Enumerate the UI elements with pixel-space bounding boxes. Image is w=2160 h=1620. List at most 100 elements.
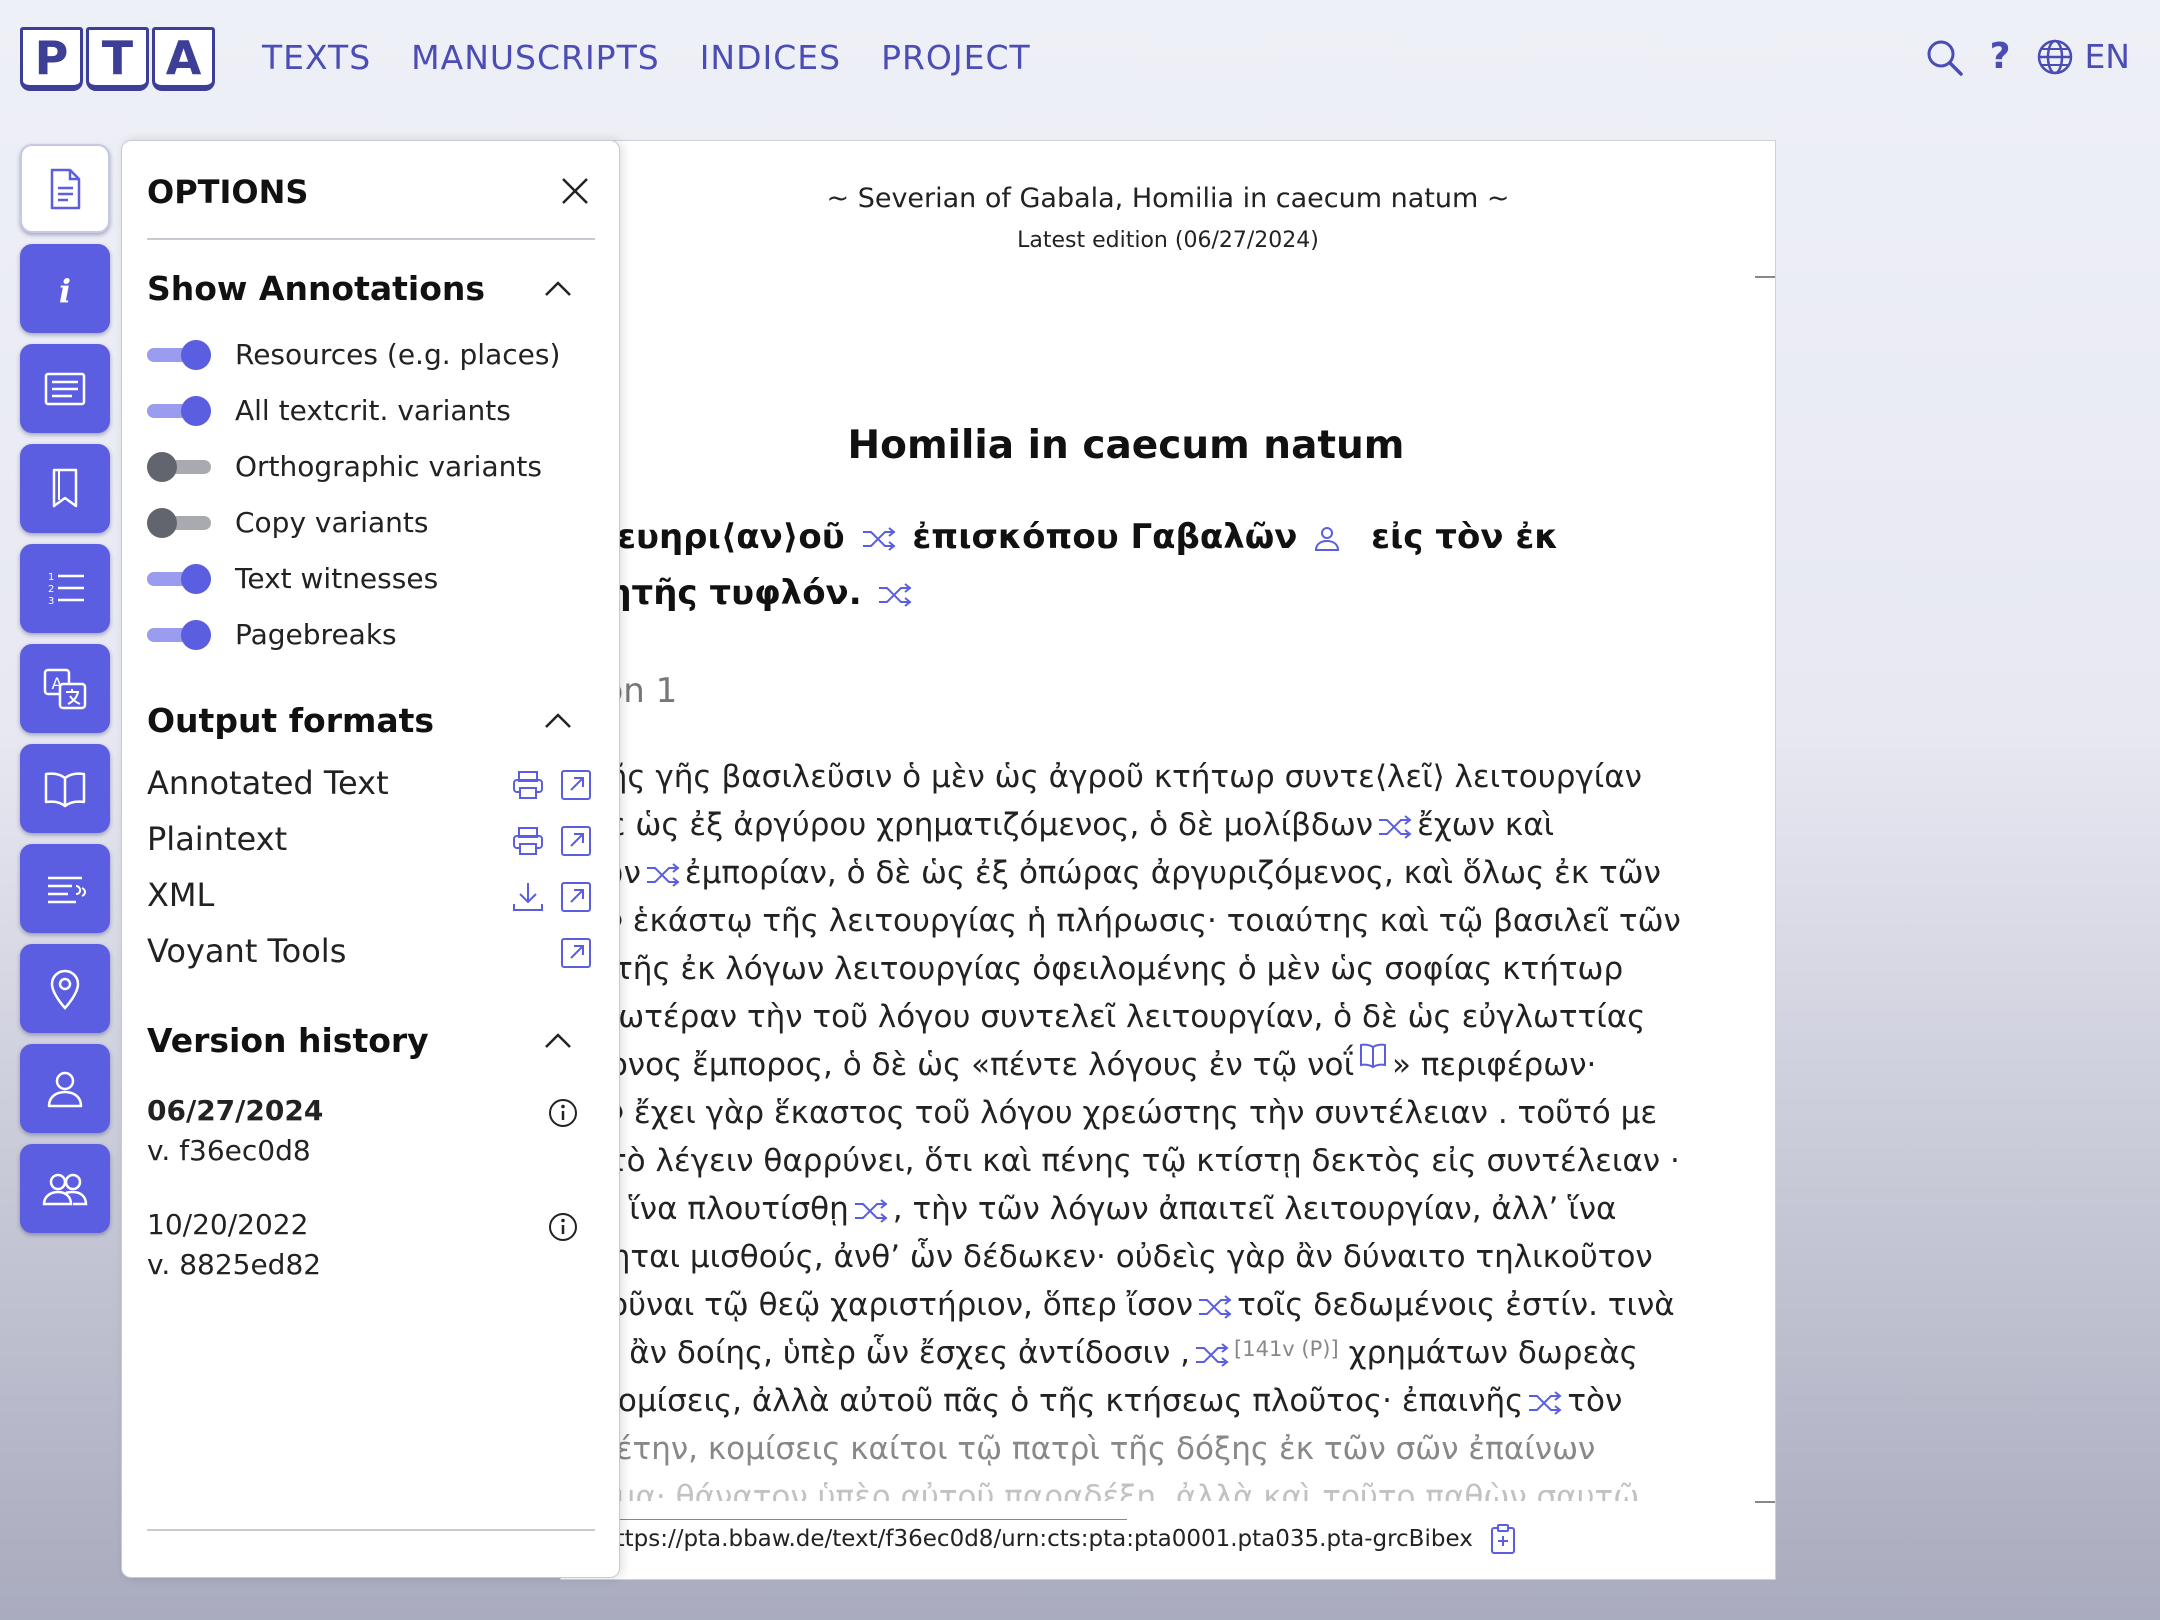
chevron-up-icon[interactable]	[543, 1031, 573, 1051]
toggle-switch[interactable]	[147, 339, 211, 370]
nav-project[interactable]: PROJECT	[881, 38, 1031, 77]
rail-text-button[interactable]	[20, 344, 110, 433]
search-icon[interactable]	[1924, 37, 1964, 77]
annotation-toggle-row[interactable]: Orthographic variants	[147, 450, 542, 483]
info-icon[interactable]	[547, 1097, 579, 1129]
annotation-toggle-row[interactable]: Resources (e.g. places)	[147, 338, 560, 371]
text-line: τορωτέραν τὴν τοῦ λόγου συντελεῖ λειτουρ…	[561, 993, 1775, 1041]
person-annotation-icon[interactable]	[1313, 524, 1341, 554]
variant-shuffle-icon[interactable]	[1527, 1388, 1563, 1418]
text-lines-icon	[44, 372, 86, 405]
external-link-icon[interactable]	[559, 768, 593, 802]
text-wrap-icon	[48, 876, 86, 903]
rail-list-button[interactable]: 123	[20, 544, 110, 633]
toggle-knob	[181, 339, 211, 370]
heading-word: εἰς τὸν ἐκ	[1371, 517, 1559, 557]
text-line: ὁ δὲ ὡς ἐξ ἀργύρου χρηματιζόμενος, ὁ δὲ …	[561, 801, 1775, 849]
heading-line-1: P)Σευηρι⟨αν⟩οῦ ἐπισκόπου Γαβαλῶν εἰς τὸν…	[561, 517, 1558, 557]
pagebreak-marker[interactable]: [141v (P)]	[1234, 1337, 1339, 1361]
toggle-knob	[181, 619, 211, 650]
version-date: 10/20/2022	[147, 1208, 309, 1241]
variant-shuffle-icon[interactable]	[877, 580, 913, 610]
logo-letter: A	[152, 27, 215, 91]
output-format-row: Annotated Text	[147, 764, 595, 804]
text-segment: τορωτέραν τὴν τοῦ λόγου συντελεῖ λειτουρ…	[561, 999, 1646, 1035]
language-switcher[interactable]: EN	[2036, 37, 2130, 76]
annotation-toggle-row[interactable]: Pagebreaks	[147, 618, 397, 651]
text-segment: τιδοῦναι τῷ θεῷ χαριστήριον, ὅπερ ἴσον	[561, 1287, 1194, 1323]
annotation-toggle-row[interactable]: Text witnesses	[147, 562, 438, 595]
bible-reference-icon[interactable]	[1358, 1041, 1388, 1071]
map-pin-icon	[50, 969, 80, 1010]
print-icon[interactable]	[511, 824, 545, 858]
version-date: 06/27/2024	[147, 1094, 324, 1127]
toggle-label: Text witnesses	[235, 562, 439, 595]
variant-shuffle-icon[interactable]	[861, 524, 897, 554]
variant-shuffle-icon[interactable]	[853, 1196, 889, 1226]
nav-indices[interactable]: INDICES	[700, 38, 841, 77]
text-segment: ς τῆς γῆς βασιλεῦσιν ὁ μὲν ὡς ἀγροῦ κτήτ…	[561, 759, 1642, 795]
format-label: XML	[147, 876, 215, 914]
rail-wrap-button[interactable]	[20, 844, 110, 933]
citation-url-text[interactable]: https://pta.bbaw.de/text/f36ec0d8/urn:ct…	[601, 1526, 1473, 1552]
toggle-switch[interactable]	[147, 619, 211, 650]
rail-translate-button[interactable]: A	[20, 644, 110, 733]
external-link-icon[interactable]	[559, 824, 593, 858]
toggle-knob	[181, 395, 211, 426]
nav-texts[interactable]: TEXTS	[262, 38, 371, 77]
download-icon[interactable]	[511, 880, 545, 914]
formats-heading[interactable]: Output formats	[147, 701, 434, 740]
versions-heading[interactable]: Version history	[147, 1021, 429, 1060]
rail-info-button[interactable]: i	[20, 244, 110, 333]
text-line: τιδοῦναι τῷ θεῷ χαριστήριον, ὅπερ ἴσον το…	[561, 1281, 1775, 1329]
help-button[interactable]: ?	[1990, 36, 2011, 77]
variant-shuffle-icon[interactable]	[645, 860, 681, 890]
output-format-row: Plaintext	[147, 820, 595, 860]
chevron-up-icon[interactable]	[543, 279, 573, 299]
toggle-knob	[147, 507, 177, 538]
nav-manuscripts[interactable]: MANUSCRIPTS	[411, 38, 660, 77]
text-segment: ιήσηται μισθούς, ἀνθ’ ὧν δέδωκεν· οὐδεὶς…	[561, 1239, 1653, 1275]
clipboard-copy-icon[interactable]	[1489, 1523, 1517, 1555]
format-label: Plaintext	[147, 820, 288, 858]
text-segment: ’ ὧν ἔχει γὰρ ἕκαστος τοῦ λόγου χρεώστης…	[561, 1095, 1658, 1131]
text-line: λκῶνἐμπορίαν, ὁ δὲ ὡς ἐξ ὀπώρας ἀργυριζό…	[561, 849, 1775, 897]
toggle-label: Pagebreaks	[235, 618, 397, 651]
variant-shuffle-icon[interactable]	[1194, 1340, 1230, 1370]
rail-document-button[interactable]	[20, 144, 110, 233]
annotation-toggle-row[interactable]: All textcrit. variants	[147, 394, 511, 427]
version-entry[interactable]: 10/20/2022 v. 8825ed82	[147, 1205, 321, 1285]
annotation-toggle-row[interactable]: Copy variants	[147, 506, 428, 539]
external-link-icon[interactable]	[559, 880, 593, 914]
toggle-switch[interactable]	[147, 451, 211, 482]
text-line: ὸς τὸ λέγειν θαρρύνει, ὅτι καὶ πένης τῷ …	[561, 1137, 1775, 1185]
info-icon[interactable]	[547, 1211, 579, 1243]
print-icon[interactable]	[511, 768, 545, 802]
variant-shuffle-icon[interactable]	[1197, 1292, 1233, 1322]
version-entry[interactable]: 06/27/2024 v. f36ec0d8	[147, 1091, 323, 1171]
text-segment: ιττονος ἔμπορος, ὁ δὲ ὡς «πέντε λόγους ἐ…	[561, 1047, 1354, 1083]
text-segment: » περιφέρων·	[1391, 1047, 1597, 1083]
svg-text:3: 3	[48, 596, 54, 607]
variant-shuffle-icon[interactable]	[1377, 812, 1413, 842]
close-icon[interactable]	[557, 173, 593, 209]
globe-icon	[2038, 39, 2073, 74]
toggle-switch[interactable]	[147, 395, 211, 426]
text-segment: ὁ δὲ ὡς ἐξ ἀργύρου χρηματιζόμενος, ὁ δὲ …	[561, 807, 1374, 843]
annotations-heading[interactable]: Show Annotations	[147, 269, 485, 308]
divider-tick	[1755, 1501, 1775, 1503]
external-link-icon[interactable]	[559, 936, 593, 970]
pta-logo[interactable]: P T A	[20, 27, 215, 91]
chevron-up-icon[interactable]	[543, 711, 573, 731]
rail-person-button[interactable]	[20, 1044, 110, 1133]
toggle-switch[interactable]	[147, 507, 211, 538]
logo-letter: P	[20, 27, 83, 91]
text-line: ιττονος ἔμπορος, ὁ δὲ ὡς «πέντε λόγους ἐ…	[561, 1041, 1775, 1089]
rail-book-button[interactable]	[20, 744, 110, 833]
rail-bookmark-button[interactable]	[20, 444, 110, 533]
rail-people-button[interactable]	[20, 1144, 110, 1233]
rail-places-button[interactable]	[20, 944, 110, 1033]
divider	[147, 238, 595, 240]
translate-icon: A	[43, 668, 87, 709]
toggle-switch[interactable]	[147, 563, 211, 594]
